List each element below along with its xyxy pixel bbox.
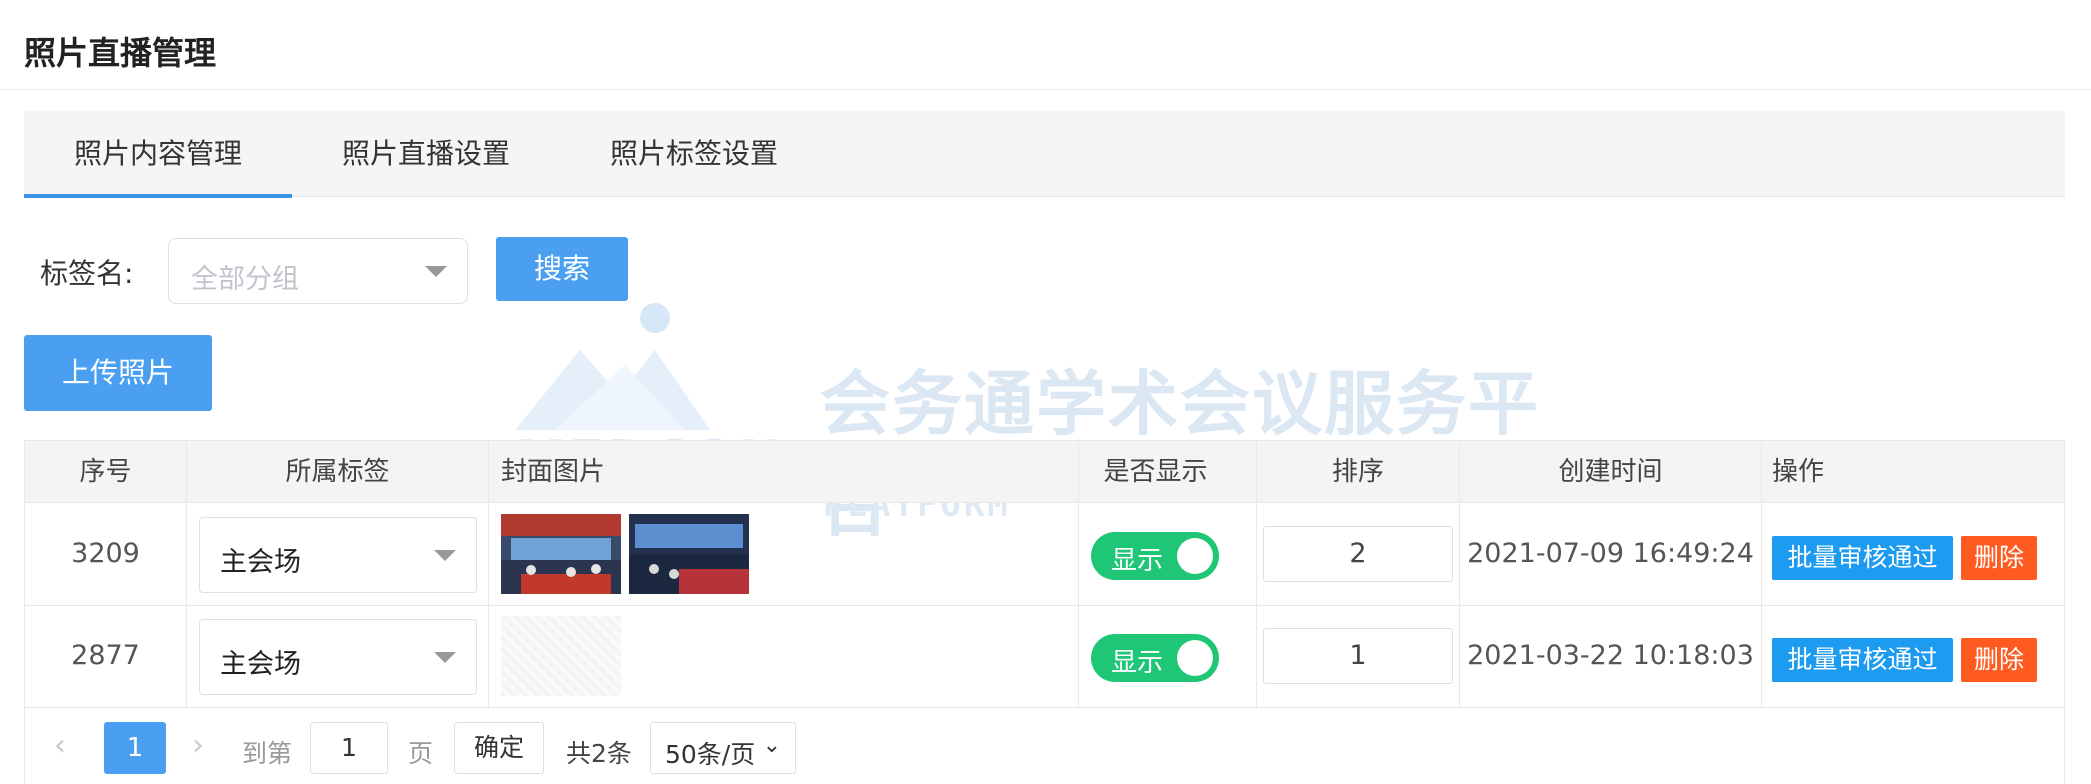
- tab-photo-live-settings[interactable]: 照片直播设置: [292, 111, 560, 197]
- visibility-toggle[interactable]: 显示: [1091, 634, 1219, 682]
- tag-group-select[interactable]: 全部分组: [168, 238, 468, 304]
- cover-photo-icon: [501, 514, 621, 594]
- page-size-select[interactable]: 50条/页 ⌄: [650, 722, 796, 774]
- goto-suffix: 页: [408, 739, 434, 768]
- visibility-toggle-label: 显示: [1111, 546, 1164, 576]
- order-input[interactable]: 2: [1263, 526, 1453, 582]
- tab-photo-tag-settings[interactable]: 照片标签设置: [560, 111, 828, 197]
- chevron-left-icon[interactable]: ‹: [54, 728, 66, 763]
- caret-down-icon: [434, 652, 456, 663]
- column-header-created: 创建时间: [1460, 441, 1762, 503]
- order-input[interactable]: 1: [1263, 628, 1453, 684]
- tab-photo-content[interactable]: 照片内容管理: [24, 111, 292, 198]
- chevron-down-icon: ⌄: [762, 733, 781, 758]
- goto-page-input[interactable]: 1: [310, 722, 388, 774]
- goto-prefix: 到第: [242, 739, 293, 768]
- row-id: 3209: [71, 538, 140, 569]
- caret-down-icon: [434, 550, 456, 561]
- cover-photo-icon: [629, 514, 749, 594]
- column-header-id: 序号: [25, 441, 187, 503]
- column-header-order: 排序: [1257, 441, 1460, 503]
- upload-photo-button[interactable]: 上传照片: [24, 335, 212, 411]
- page-size-value: 50条/页: [665, 740, 756, 769]
- created-time: 2021-07-09 16:49:24: [1467, 538, 1754, 569]
- goto-confirm-button[interactable]: 确定: [454, 722, 544, 774]
- batch-approve-button[interactable]: 批量审核通过: [1772, 536, 1953, 580]
- table-row: 3209 主会场 显示 2 2021-07-09 16:49:24 批量审核通过…: [25, 504, 2064, 606]
- column-header-visible: 是否显示: [1055, 441, 1257, 503]
- cover-placeholder: [501, 616, 621, 696]
- pagination: ‹ 1 › 到第 1 页 确定 共2条 50条/页 ⌄: [24, 706, 2065, 784]
- caret-down-icon: [425, 266, 447, 277]
- batch-approve-button[interactable]: 批量审核通过: [1772, 638, 1953, 682]
- search-button[interactable]: 搜索: [496, 237, 628, 301]
- cover-image[interactable]: [629, 514, 749, 594]
- total-count: 共2条: [566, 739, 632, 768]
- visibility-toggle[interactable]: 显示: [1091, 532, 1219, 580]
- table-row: 2877 主会场 显示 1 2021-03-22 10:18:03 批量审核通过…: [25, 606, 2064, 708]
- chevron-right-icon[interactable]: ›: [192, 728, 204, 763]
- row-id: 2877: [71, 640, 140, 671]
- tag-select[interactable]: 主会场: [199, 619, 477, 695]
- page: 照片直播管理 照片内容管理 照片直播设置 照片标签设置 标签名: 全部分组 搜索…: [0, 0, 2091, 784]
- tag-name-label: 标签名:: [40, 257, 134, 290]
- tab-bar: 照片内容管理 照片直播设置 照片标签设置: [24, 111, 2065, 198]
- tag-select-value: 主会场: [220, 547, 301, 578]
- cover-image[interactable]: [501, 514, 621, 594]
- column-header-cover: 封面图片: [489, 441, 1079, 503]
- page-title: 照片直播管理: [24, 34, 217, 72]
- page-current[interactable]: 1: [104, 722, 166, 774]
- column-header-tag: 所属标签: [187, 441, 489, 503]
- toggle-knob: [1177, 640, 1213, 676]
- delete-button[interactable]: 删除: [1961, 638, 2037, 682]
- visibility-toggle-label: 显示: [1111, 648, 1164, 678]
- page-header: 照片直播管理: [0, 0, 2091, 90]
- delete-button[interactable]: 删除: [1961, 536, 2037, 580]
- created-time: 2021-03-22 10:18:03: [1467, 640, 1754, 671]
- toggle-knob: [1177, 538, 1213, 574]
- tag-select-value: 主会场: [220, 649, 301, 680]
- tag-group-select-placeholder: 全部分组: [191, 264, 299, 295]
- column-header-actions: 操作: [1772, 457, 1825, 487]
- tag-select[interactable]: 主会场: [199, 517, 477, 593]
- table-header-row: 序号 所属标签 封面图片 是否显示 排序 创建时间 操作: [25, 441, 2064, 503]
